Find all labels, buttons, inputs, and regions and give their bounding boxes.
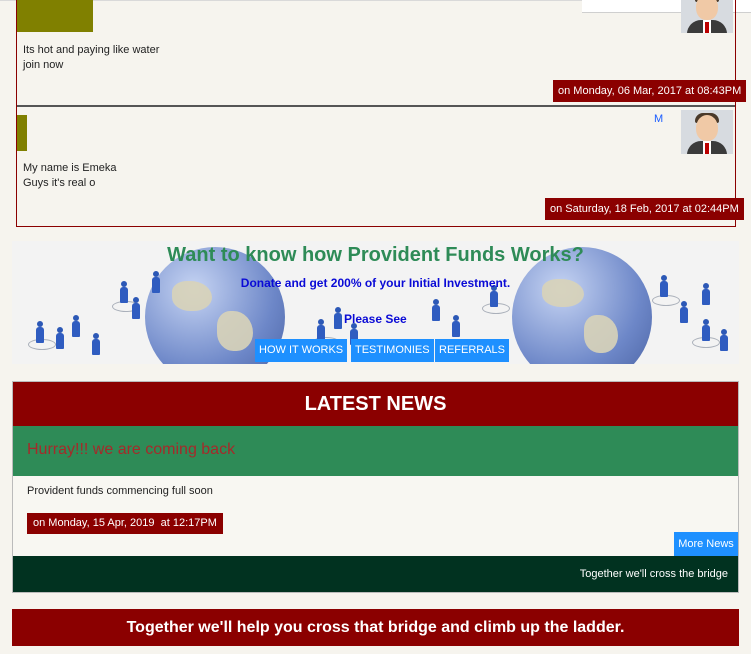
news-headline[interactable]: Hurray!!! we are coming back xyxy=(27,441,235,459)
comment-date: on Saturday, 18 Feb, 2017 at 02:44PM xyxy=(545,198,744,220)
comment-author-link[interactable]: M xyxy=(654,113,663,125)
comment-line: join now xyxy=(23,59,64,71)
news-footer: Together we'll cross the bridge xyxy=(13,556,738,592)
comment-line: Guys it's real o xyxy=(23,177,96,189)
comment-text: Its hot and paying like water join now xyxy=(23,43,159,73)
latest-news-heading: LATEST NEWS xyxy=(13,382,738,426)
comment-date: on Monday, 06 Mar, 2017 at 08:43PM xyxy=(553,80,747,102)
banner-title: Want to know how Provident Funds Works? xyxy=(167,244,584,266)
referrals-button[interactable]: REFERRALS xyxy=(435,339,510,362)
news-headline-bar: Hurray!!! we are coming back xyxy=(13,426,738,476)
banner-please-see: Please See xyxy=(344,312,407,326)
news-body: Provident funds commencing full soon xyxy=(27,485,213,497)
comment-color-bar xyxy=(17,0,93,32)
comment-line: My name is Emeka xyxy=(23,162,117,174)
more-news-button[interactable]: More News xyxy=(674,532,738,556)
comment-item: Its hot and paying like water join now o… xyxy=(17,0,747,107)
banner-subtitle: Donate and get 200% of your Initial Inve… xyxy=(240,276,511,290)
latest-news-panel: LATEST NEWS Hurray!!! we are coming back… xyxy=(12,381,739,593)
user-avatar-icon xyxy=(681,0,733,33)
how-it-works-button[interactable]: HOW IT WORKS xyxy=(255,339,348,362)
footer-tagline: Together we'll help you cross that bridg… xyxy=(12,609,739,646)
comment-color-bar xyxy=(17,115,27,151)
testimonies-button[interactable]: TESTIMONIES xyxy=(351,339,434,362)
comment-text: My name is Emeka Guys it's real o xyxy=(23,161,117,191)
comment-line: Its hot and paying like water xyxy=(23,44,160,56)
user-avatar-icon xyxy=(681,110,733,154)
promo-banner: Want to know how Provident Funds Works? … xyxy=(12,241,739,364)
comment-item: My name is Emeka Guys it's real o on Sat… xyxy=(17,107,744,226)
comments-list: Its hot and paying like water join now o… xyxy=(16,0,747,227)
news-footer-text: Together we'll cross the bridge xyxy=(579,568,728,580)
news-date: on Monday, 15 Apr, 2019 at 12:17PM xyxy=(27,513,223,534)
